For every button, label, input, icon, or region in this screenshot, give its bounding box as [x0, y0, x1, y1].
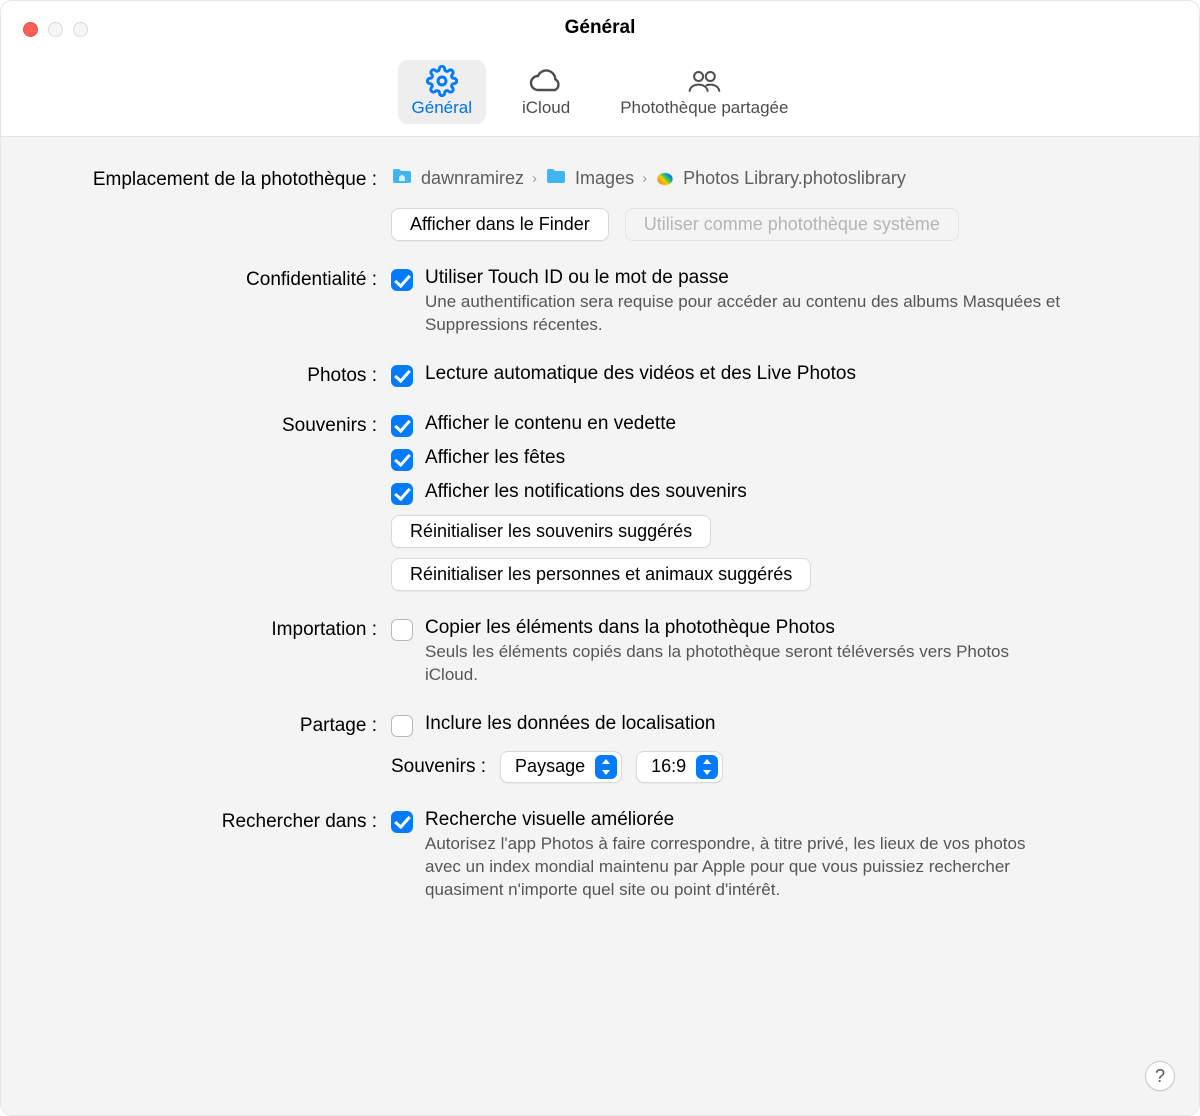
- people-icon: [686, 66, 722, 96]
- window-title: Général: [21, 17, 1179, 39]
- content-area: Emplacement de la photothèque : dawnrami…: [1, 137, 1199, 1115]
- copy-items-label: Copier les éléments dans la photothèque …: [425, 617, 1065, 639]
- stepper-icon: [595, 755, 617, 779]
- copy-items-description: Seuls les éléments copiés dans la photot…: [425, 641, 1065, 687]
- enhanced-visual-search-description: Autorisez l'app Photos à faire correspon…: [425, 833, 1065, 902]
- zoom-window-button[interactable]: [73, 22, 88, 37]
- breadcrumb-file: Photos Library.photoslibrary: [683, 168, 906, 189]
- enhanced-visual-search-label: Recherche visuelle améliorée: [425, 809, 1065, 831]
- row-photos: Photos : Lecture automatique des vidéos …: [31, 363, 1159, 387]
- autoplay-label: Lecture automatique des vidéos et des Li…: [425, 363, 856, 385]
- aspect-ratio-select[interactable]: 16:9: [636, 751, 723, 783]
- privacy-label: Confidentialité :: [31, 267, 391, 291]
- aspect-value: 16:9: [651, 756, 686, 777]
- row-memories: Souvenirs : Afficher le contenu en vedet…: [31, 413, 1159, 591]
- row-privacy: Confidentialité : Utiliser Touch ID ou l…: [31, 267, 1159, 337]
- folder-icon: [545, 167, 567, 190]
- featured-checkbox[interactable]: [391, 415, 413, 437]
- minimize-window-button[interactable]: [48, 22, 63, 37]
- gear-icon: [424, 66, 460, 96]
- row-sharing: Partage : Inclure les données de localis…: [31, 713, 1159, 783]
- orientation-select[interactable]: Paysage: [500, 751, 622, 783]
- touch-id-description: Une authentification sera requise pour a…: [425, 291, 1065, 337]
- import-label: Importation :: [31, 617, 391, 641]
- memories-label: Souvenirs :: [31, 413, 391, 437]
- use-as-system-library-button: Utiliser comme photothèque système: [625, 208, 959, 241]
- preferences-window: Général Général iCloud Photothèque parta…: [0, 0, 1200, 1116]
- library-path-breadcrumb: dawnramirez › Images › Photos Library.ph…: [391, 167, 1159, 190]
- search-label: Rechercher dans :: [31, 809, 391, 833]
- tab-general-label: Général: [412, 98, 472, 118]
- cloud-icon: [528, 66, 564, 96]
- touch-id-checkbox[interactable]: [391, 269, 413, 291]
- copy-items-checkbox[interactable]: [391, 619, 413, 641]
- row-search: Rechercher dans : Recherche visuelle amé…: [31, 809, 1159, 902]
- titlebar: Général: [1, 1, 1199, 55]
- close-window-button[interactable]: [23, 22, 38, 37]
- orientation-value: Paysage: [515, 756, 585, 777]
- row-import: Importation : Copier les éléments dans l…: [31, 617, 1159, 687]
- help-button[interactable]: ?: [1145, 1061, 1175, 1091]
- show-in-finder-button[interactable]: Afficher dans le Finder: [391, 208, 609, 241]
- tab-shared-label: Photothèque partagée: [620, 98, 788, 118]
- reset-people-pets-button[interactable]: Réinitialiser les personnes et animaux s…: [391, 558, 811, 591]
- photos-label: Photos :: [31, 363, 391, 387]
- chevron-right-icon: ›: [532, 170, 537, 187]
- featured-label: Afficher le contenu en vedette: [425, 413, 676, 435]
- enhanced-visual-search-checkbox[interactable]: [391, 811, 413, 833]
- row-library-location: Emplacement de la photothèque : dawnrami…: [31, 167, 1159, 241]
- memories-notifications-label: Afficher les notifications des souvenirs: [425, 481, 747, 503]
- help-icon: ?: [1155, 1066, 1165, 1087]
- photos-library-icon: [657, 172, 674, 186]
- include-location-label: Inclure les données de localisation: [425, 713, 715, 735]
- sharing-label: Partage :: [31, 713, 391, 737]
- touch-id-label: Utiliser Touch ID ou le mot de passe: [425, 267, 1065, 289]
- library-location-label: Emplacement de la photothèque :: [31, 167, 391, 191]
- tab-icloud-label: iCloud: [522, 98, 570, 118]
- traffic-lights: [23, 22, 88, 37]
- chevron-right-icon: ›: [642, 170, 647, 187]
- holidays-checkbox[interactable]: [391, 449, 413, 471]
- tab-shared-library[interactable]: Photothèque partagée: [606, 60, 802, 124]
- memories-sublabel: Souvenirs :: [391, 756, 486, 778]
- breadcrumb-user: dawnramirez: [421, 168, 524, 189]
- tab-general[interactable]: Général: [398, 60, 486, 124]
- preferences-tabs: Général iCloud Photothèque partagée: [1, 55, 1199, 137]
- include-location-checkbox[interactable]: [391, 715, 413, 737]
- tab-icloud[interactable]: iCloud: [508, 60, 584, 124]
- memories-notifications-checkbox[interactable]: [391, 483, 413, 505]
- stepper-icon: [696, 755, 718, 779]
- holidays-label: Afficher les fêtes: [425, 447, 565, 469]
- home-folder-icon: [391, 167, 413, 190]
- reset-suggested-memories-button[interactable]: Réinitialiser les souvenirs suggérés: [391, 515, 711, 548]
- autoplay-checkbox[interactable]: [391, 365, 413, 387]
- breadcrumb-folder: Images: [575, 168, 634, 189]
